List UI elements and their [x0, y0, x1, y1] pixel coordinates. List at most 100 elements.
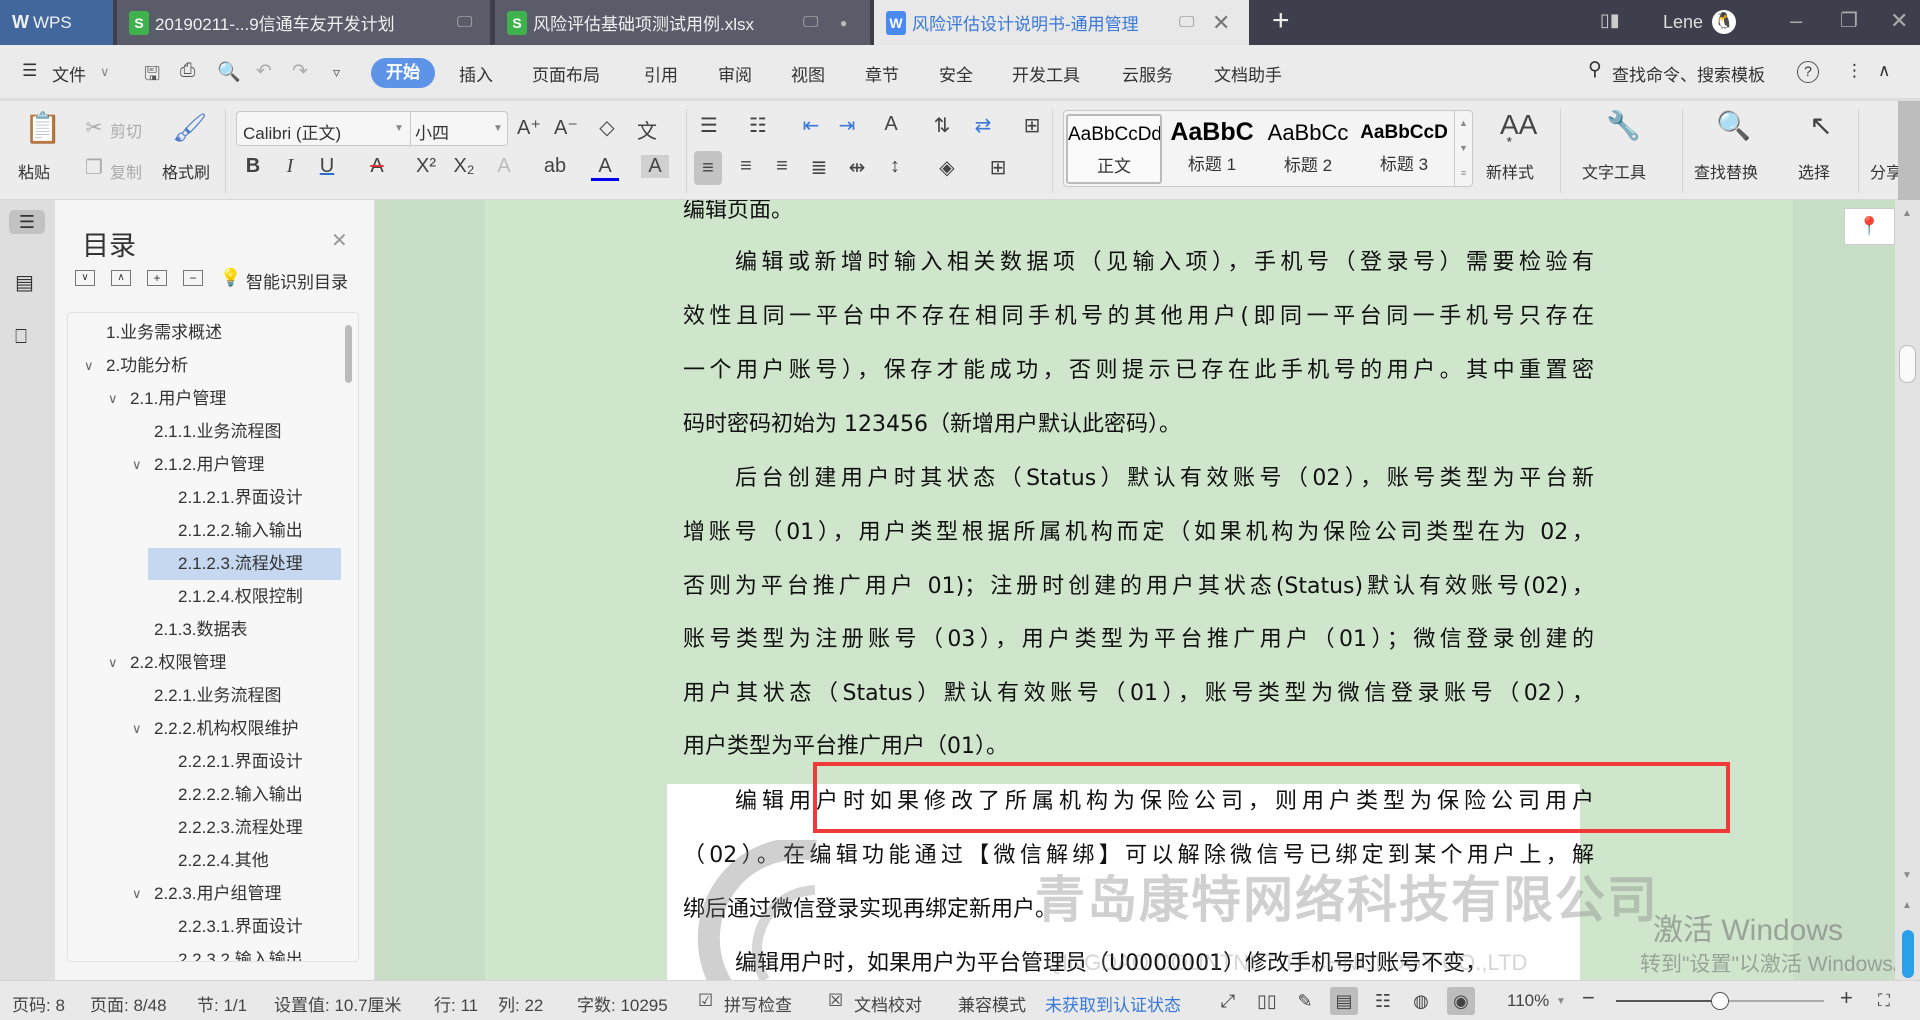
outline-view-icon[interactable]: ☷: [1369, 987, 1397, 1015]
zoom-out-button[interactable]: −: [1582, 985, 1595, 1011]
tab-doc-plan[interactable]: S 20190211-...9信通车友开发计划 🖵: [117, 0, 490, 45]
hamburger-icon[interactable]: ☰: [22, 61, 37, 81]
style-heading-2[interactable]: AaBbCc 标题 2: [1260, 114, 1356, 184]
document-line[interactable]: 码时密码初始为 123456（新增用户默认此密码）。: [683, 405, 1594, 445]
clear-format-icon[interactable]: ◇: [593, 115, 621, 140]
chevron-down-icon[interactable]: ▼: [394, 123, 404, 134]
find-replace-button[interactable]: 查找替换: [1694, 159, 1758, 183]
more-icon[interactable]: ⋮: [1846, 61, 1863, 81]
styles-scroll[interactable]: ▲ ▼ ≡: [1454, 111, 1472, 186]
paste-icon[interactable]: 📋: [24, 111, 61, 146]
scroll-thumb[interactable]: [1899, 345, 1916, 383]
document-line[interactable]: 账号类型为注册账号（03），用户类型为平台推广用户（01）；微信登录创建的: [683, 620, 1594, 660]
fullscreen-read-icon[interactable]: ⤢: [1214, 987, 1242, 1015]
document-line[interactable]: 一个用户账号），保存才能成功，否则提示已存在此手机号的用户。其中重置密: [683, 351, 1594, 391]
shrink-font-icon[interactable]: A⁻: [552, 115, 580, 140]
decrease-indent-icon[interactable]: ⇤: [797, 113, 825, 138]
close-window-icon[interactable]: ✕: [1890, 8, 1908, 34]
search-icon[interactable]: ⚲: [1588, 58, 1602, 81]
location-pin-icon[interactable]: 📍: [1844, 208, 1895, 245]
chevron-down-icon[interactable]: ∨: [132, 878, 142, 910]
ribbon-scroll-right[interactable]: [1898, 101, 1920, 200]
phonetic-guide-icon[interactable]: 文: [633, 115, 661, 144]
highlight-icon[interactable]: ab: [541, 155, 569, 178]
cut-button[interactable]: 剪切: [110, 118, 142, 142]
cursor-icon[interactable]: ↖: [1804, 109, 1838, 142]
spellcheck-icon[interactable]: ☑: [698, 991, 713, 1011]
user-name[interactable]: Lene: [1663, 12, 1703, 33]
copy-button[interactable]: 复制: [110, 159, 142, 183]
sort-icon[interactable]: ⇅: [928, 113, 956, 138]
scroll-up-icon[interactable]: ▲: [1902, 208, 1912, 219]
column[interactable]: 列: 22: [498, 991, 543, 1016]
help-icon[interactable]: ?: [1797, 61, 1819, 83]
proofread-icon[interactable]: ☒: [828, 991, 843, 1011]
proofread-button[interactable]: 文档校对: [854, 991, 922, 1016]
vertical-scrollbar[interactable]: ▲ ▼ ▲: [1895, 200, 1920, 980]
zoom-in-button[interactable]: +: [1840, 985, 1853, 1011]
word-count[interactable]: 字数: 10295: [577, 991, 668, 1016]
outline-icon[interactable]: ▤: [15, 270, 34, 295]
format-painter-button[interactable]: 格式刷: [162, 159, 210, 183]
char-shading-icon[interactable]: A: [641, 155, 669, 178]
close-icon[interactable]: ✕: [331, 228, 348, 253]
tab-test-cases[interactable]: S 风险评估基础项测试用例.xlsx 🖵 ●: [495, 0, 870, 45]
strikethrough-icon[interactable]: A: [363, 155, 391, 178]
document-line[interactable]: 用户其状态（Status）默认有效账号（01），账号类型为微信登录账号（02），: [683, 674, 1594, 714]
window-layout-icon[interactable]: ▯▮: [1600, 10, 1620, 31]
menu-insert[interactable]: 插入: [459, 61, 493, 86]
document-line[interactable]: 否则为平台推广用户 01)；注册时创建的用户其状态(Status)默认有效账号(…: [683, 567, 1594, 607]
grow-font-icon[interactable]: A⁺: [515, 115, 543, 140]
menu-view[interactable]: 视图: [791, 61, 825, 86]
menu-references[interactable]: 引用: [644, 61, 678, 86]
line-spacing-icon[interactable]: ↕: [881, 155, 909, 178]
restore-icon[interactable]: ❐: [1840, 8, 1858, 33]
superscript-icon[interactable]: X²: [412, 155, 440, 178]
scroll-widget[interactable]: [1902, 930, 1914, 978]
new-style-button[interactable]: 新样式: [1486, 159, 1534, 183]
monitor-icon[interactable]: 🖵: [1179, 14, 1194, 32]
select-button[interactable]: 选择: [1798, 159, 1830, 183]
menu-review[interactable]: 审阅: [718, 61, 752, 86]
redo-icon[interactable]: ↷: [292, 60, 308, 83]
fit-window-icon[interactable]: ⛶: [1878, 991, 1890, 1011]
paste-button[interactable]: 粘贴: [18, 159, 50, 183]
book-view-icon[interactable]: ▯▯: [1253, 987, 1281, 1015]
page-count[interactable]: 页面: 8/48: [90, 991, 167, 1016]
style-heading-3[interactable]: AaBbCcD 标题 3: [1356, 114, 1452, 184]
customize-dropdown-icon[interactable]: ▿: [333, 64, 340, 81]
text-effect-icon[interactable]: A: [490, 155, 518, 178]
save-icon[interactable]: 🖫: [144, 60, 160, 92]
monitor-icon[interactable]: 🖵: [803, 14, 818, 32]
chevron-down-icon[interactable]: ∨: [132, 713, 142, 745]
find-icon[interactable]: 🔍: [1716, 109, 1751, 142]
page-number[interactable]: 页码: 8: [12, 991, 65, 1016]
document-line[interactable]: 后台创建用户时其状态（Status）默认有效账号（02），账号类型为平台新: [683, 459, 1594, 499]
close-tab-icon[interactable]: ✕: [1212, 10, 1230, 36]
chevron-down-icon[interactable]: ∨: [132, 449, 142, 481]
section[interactable]: 节: 1/1: [197, 991, 247, 1016]
menu-page-layout[interactable]: 页面布局: [532, 61, 600, 86]
prev-page-icon[interactable]: ▼: [1902, 870, 1912, 881]
toc-icon[interactable]: ☰: [9, 210, 45, 234]
zoom-slider-knob[interactable]: [1711, 992, 1729, 1010]
text-tools-button[interactable]: 文字工具: [1582, 159, 1646, 183]
minimize-icon[interactable]: –: [1790, 8, 1802, 34]
print-preview-icon[interactable]: 🔍: [217, 60, 241, 84]
add-level-icon[interactable]: +: [147, 270, 167, 286]
table-icon[interactable]: ⊞: [1018, 113, 1046, 138]
smart-toc-button[interactable]: 智能识别目录: [246, 268, 348, 293]
setting-value[interactable]: 设置值: 10.7厘米: [274, 991, 402, 1016]
next-page-icon[interactable]: ▲: [1902, 900, 1912, 911]
justify-icon[interactable]: ≣: [805, 155, 833, 180]
chevron-down-icon[interactable]: ∨: [84, 350, 94, 382]
bold-icon[interactable]: B: [239, 155, 267, 178]
menu-developer[interactable]: 开发工具: [1012, 61, 1080, 86]
chevron-down-icon[interactable]: ▼: [493, 123, 503, 134]
command-search[interactable]: 查找命令、搜索模板: [1612, 61, 1765, 86]
page-view-icon[interactable]: ▤: [1330, 987, 1358, 1015]
text-direction-icon[interactable]: ⇄: [969, 113, 997, 138]
borders-icon[interactable]: ⊞: [984, 155, 1012, 180]
avatar[interactable]: 🐧: [1712, 10, 1736, 34]
align-right-icon[interactable]: ≡: [768, 155, 796, 178]
